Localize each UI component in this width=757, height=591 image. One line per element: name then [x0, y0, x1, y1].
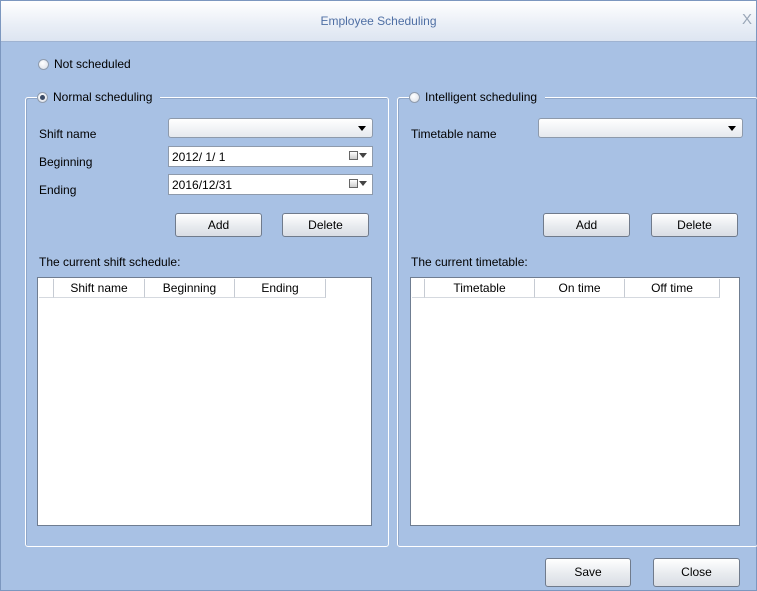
column-header-spacer — [39, 279, 54, 298]
beginning-label: Beginning — [39, 155, 93, 169]
column-header-shift-name[interactable]: Shift name — [54, 279, 145, 298]
intelligent-scheduling-label: Intelligent scheduling — [425, 90, 538, 104]
not-scheduled-label: Not scheduled — [54, 57, 131, 71]
close-button[interactable]: Close — [653, 558, 740, 587]
radio-checked-icon — [37, 91, 48, 103]
shift-schedule-title: The current shift schedule: — [39, 255, 181, 269]
timetable-name-dropdown[interactable] — [538, 118, 743, 138]
normal-delete-button[interactable]: Delete — [282, 213, 369, 237]
column-header-ending[interactable]: Ending — [235, 279, 326, 298]
column-header-on-time[interactable]: On time — [535, 279, 625, 298]
window-title: Employee Scheduling — [320, 14, 437, 28]
intelligent-add-button[interactable]: Add — [543, 213, 630, 237]
column-header-off-time[interactable]: Off time — [625, 279, 720, 298]
shift-name-dropdown[interactable] — [168, 118, 373, 138]
employee-scheduling-window: Employee Scheduling X Not scheduled Norm… — [0, 0, 757, 591]
timetable-list-title: The current timetable: — [411, 255, 528, 269]
intelligent-scheduling-radio[interactable]: Intelligent scheduling — [409, 90, 546, 104]
close-window-icon[interactable]: X — [742, 11, 752, 28]
title-bar: Employee Scheduling X — [1, 1, 756, 42]
intelligent-delete-button[interactable]: Delete — [651, 213, 738, 237]
column-header-spacer — [412, 279, 425, 298]
shift-name-label: Shift name — [39, 127, 97, 141]
shift-schedule-list[interactable]: Shift name Beginning Ending — [37, 277, 372, 526]
not-scheduled-radio[interactable]: Not scheduled — [38, 57, 139, 71]
column-header-beginning[interactable]: Beginning — [145, 279, 235, 298]
normal-scheduling-label: Normal scheduling — [53, 90, 153, 104]
beginning-date-value: 2012/ 1/ 1 — [172, 150, 226, 164]
chevron-down-icon — [728, 126, 736, 131]
radio-unchecked-icon — [409, 91, 420, 103]
normal-scheduling-radio[interactable]: Normal scheduling — [37, 90, 161, 104]
timetable-name-label: Timetable name — [411, 127, 497, 141]
radio-unchecked-icon — [38, 58, 49, 70]
column-header-timetable[interactable]: Timetable — [425, 279, 535, 298]
ending-date-value: 2016/12/31 — [172, 178, 233, 192]
calendar-dropdown-icon[interactable] — [349, 151, 367, 160]
timetable-list[interactable]: Timetable On time Off time — [410, 277, 740, 526]
ending-date-picker[interactable]: 2016/12/31 — [168, 174, 373, 195]
save-button[interactable]: Save — [545, 558, 631, 587]
chevron-down-icon — [358, 126, 366, 131]
ending-label: Ending — [39, 183, 77, 197]
normal-add-button[interactable]: Add — [175, 213, 262, 237]
beginning-date-picker[interactable]: 2012/ 1/ 1 — [168, 146, 373, 167]
calendar-dropdown-icon[interactable] — [349, 179, 367, 188]
